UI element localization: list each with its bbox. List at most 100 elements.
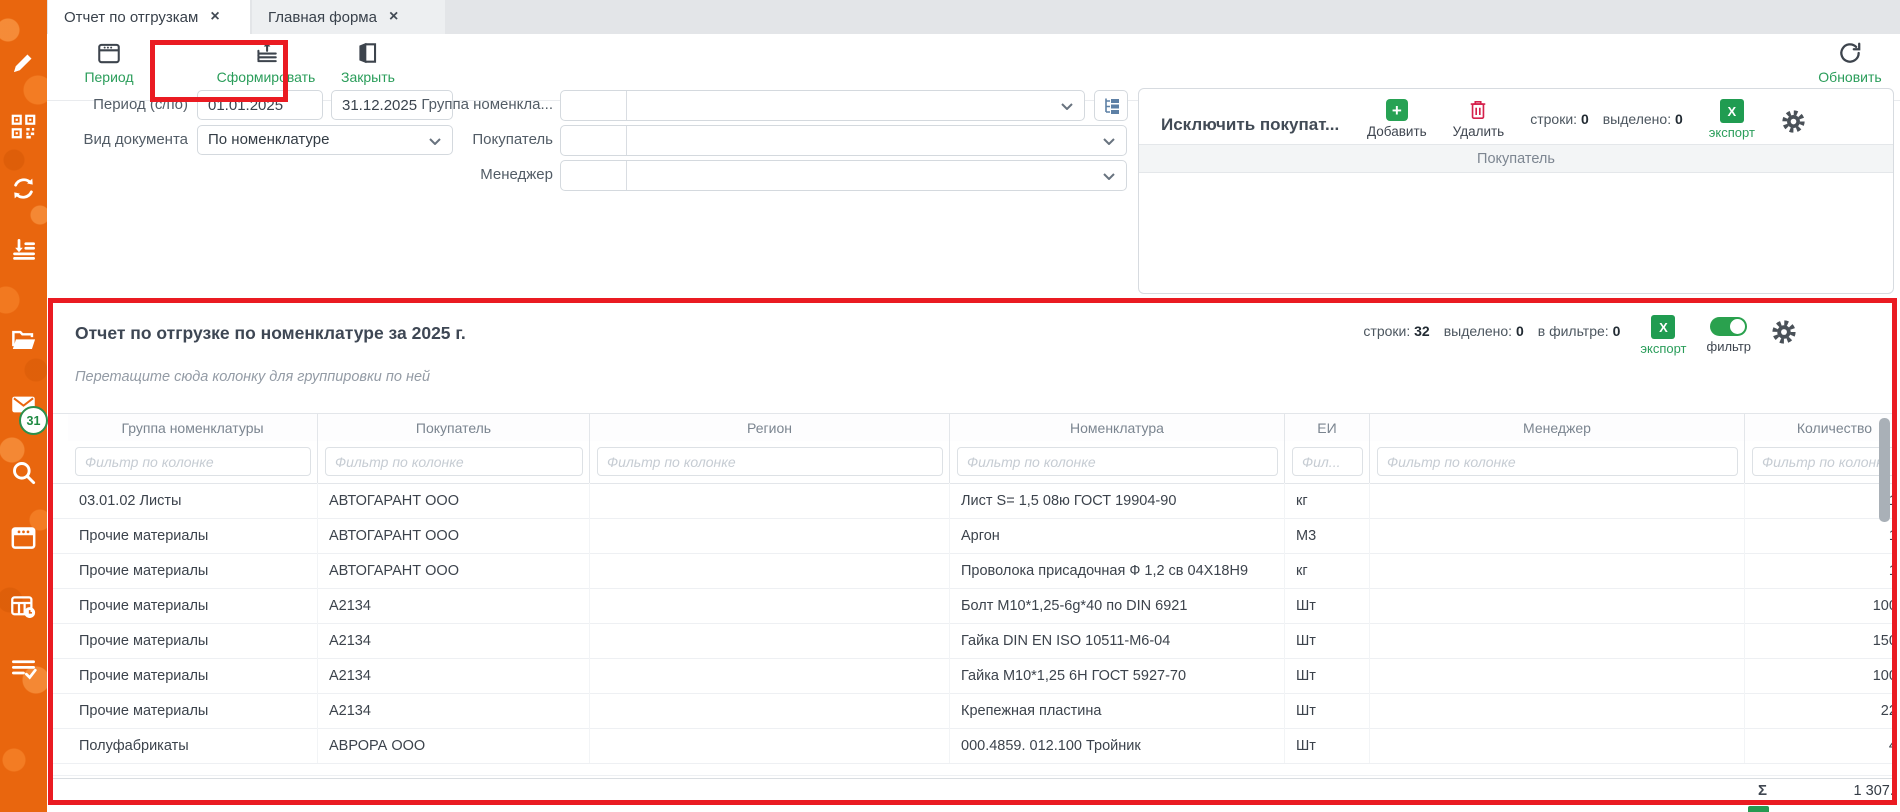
export-button[interactable]: X экспорт [1640, 315, 1686, 356]
tab-main-form[interactable]: Главная форма × [252, 0, 445, 34]
cell-nomenclature: Болт М10*1,25-6g*40 по DIN 6921 [950, 588, 1285, 623]
column-header-nomenclature[interactable]: Номенклатура [950, 414, 1285, 441]
toggle-on-icon [1710, 317, 1747, 336]
filter-cell [1285, 440, 1370, 483]
cell-qty: 1.0 [1745, 553, 1892, 588]
qr-code-icon[interactable] [10, 113, 37, 140]
tab-report[interactable]: Отчет по отгрузкам × [48, 0, 250, 34]
table-row[interactable]: 03.01.02 ЛистыАВТОГАРАНТ ОООЛист S= 1,5 … [53, 483, 1892, 519]
refresh-button-label: Обновить [1818, 69, 1881, 85]
pencil-icon[interactable] [10, 49, 37, 76]
chevron-down-icon [1103, 173, 1115, 180]
calendar-icon[interactable] [10, 524, 37, 551]
column-header-unit[interactable]: ЕИ [1285, 414, 1370, 441]
table-row[interactable]: ПолуфабрикатыАВРОРА ООО000.4859. 012.100… [53, 728, 1892, 764]
table-row[interactable]: Прочие материалыА2134Крепежная пластинаШ… [53, 693, 1892, 729]
cell-unit: Шт [1285, 728, 1370, 763]
tab-bar: Отчет по отгрузкам × Главная форма × [47, 0, 1900, 34]
refresh-button[interactable]: Обновить [1807, 40, 1893, 85]
plus-icon: + [1386, 99, 1408, 121]
column-header-buyer[interactable]: Покупатель [318, 414, 590, 441]
close-icon[interactable]: × [210, 9, 219, 25]
report-section: Отчет по отгрузке по номенклатуре за 202… [48, 298, 1897, 805]
group-tree-button[interactable] [1094, 90, 1128, 121]
column-filter-input-manager[interactable] [1377, 447, 1738, 476]
column-filter-input-nomenclature[interactable] [957, 447, 1278, 476]
add-button[interactable]: + Добавить [1367, 99, 1427, 139]
column-header-group[interactable]: Группа номенклатуры [68, 414, 318, 441]
export-button-label: экспорт [1709, 125, 1755, 140]
search-icon[interactable] [10, 459, 37, 486]
close-icon[interactable]: × [389, 9, 398, 25]
filter-toggle-label: фильтр [1707, 339, 1751, 354]
column-header-qty[interactable]: Количество [1745, 414, 1892, 441]
report-counters: строки: 32 выделено: 0 в фильтре: 0 [1363, 323, 1620, 339]
buyer-lookup-field[interactable] [560, 125, 1127, 156]
column-header-manager[interactable]: Менеджер [1370, 414, 1745, 441]
cell-qty: 22.0 [1745, 693, 1892, 728]
cell-nomenclature: 000.4859. 012.100 Тройник [950, 728, 1285, 763]
exclude-panel-column-header[interactable]: Покупатель [1139, 144, 1893, 173]
footer-sum-icon-partial [1748, 806, 1769, 812]
column-header-region[interactable]: Регион [590, 414, 950, 441]
cell-group: Прочие материалы [68, 553, 318, 588]
cell-group: Прочие материалы [68, 693, 318, 728]
lookup-divider [626, 91, 627, 120]
table-row[interactable]: Прочие материалыА2134Болт М10*1,25-6g*40… [53, 588, 1892, 624]
cell-manager [1370, 693, 1745, 728]
excel-icon: X [1651, 315, 1675, 339]
date-from-input[interactable] [197, 90, 323, 120]
doc-type-label: Вид документа [38, 125, 188, 155]
grid-filter-row [53, 440, 1892, 484]
table-row[interactable]: Прочие материалыА2134Гайка М10*1,25 6Н Г… [53, 658, 1892, 694]
table-row[interactable]: Прочие материалыА2134Гайка DIN EN ISO 10… [53, 623, 1892, 659]
folder-open-icon[interactable] [10, 327, 37, 354]
cell-qty: 4.0 [1745, 728, 1892, 763]
report-title: Отчет по отгрузке по номенклатуре за 202… [75, 323, 466, 344]
filter-toggle[interactable]: фильтр [1707, 317, 1751, 354]
cell-group: Прочие материалы [68, 518, 318, 553]
period-button[interactable]: Период [79, 40, 139, 85]
period-range-label: Период (с/по) [38, 90, 188, 120]
cell-region [590, 518, 950, 553]
delete-button[interactable]: Удалить [1453, 99, 1505, 139]
manager-lookup-field[interactable] [560, 160, 1127, 191]
refresh-icon [1837, 40, 1863, 66]
schedule-table-icon[interactable] [10, 594, 37, 621]
group-filter-label: Группа номенкла... [393, 90, 553, 120]
summary-row: Σ1 307.26 [53, 778, 1892, 800]
cell-qty: 100.0 [1745, 588, 1892, 623]
vertical-scrollbar[interactable] [1879, 418, 1890, 522]
generate-button[interactable]: Сформировать [211, 40, 321, 85]
cell-region [590, 658, 950, 693]
table-row[interactable]: Прочие материалыАВТОГАРАНТ ОООПроволока … [53, 553, 1892, 589]
cell-unit: М3 [1285, 518, 1370, 553]
column-filter-input-group[interactable] [75, 447, 311, 476]
cell-group: Прочие материалы [68, 658, 318, 693]
cell-manager [1370, 623, 1745, 658]
cell-qty: 100.0 [1745, 658, 1892, 693]
column-filter-input-unit[interactable] [1292, 447, 1363, 476]
tab-main-form-label: Главная форма [268, 9, 377, 26]
cell-manager [1370, 518, 1745, 553]
column-filter-input-qty[interactable] [1752, 447, 1892, 476]
cell-nomenclature: Гайка DIN EN ISO 10511-М6-04 [950, 623, 1285, 658]
table-row[interactable]: Прочие материалыАВТОГАРАНТ ОООАргонМ31.0 [53, 518, 1892, 554]
summary-total: 1 307.26 [1745, 783, 1892, 799]
generate-icon [253, 40, 279, 66]
column-filter-input-buyer[interactable] [325, 447, 583, 476]
column-filter-input-region[interactable] [597, 447, 943, 476]
settings-button[interactable] [1771, 319, 1797, 350]
cell-buyer: А2134 [318, 693, 590, 728]
print-queue-icon[interactable] [10, 237, 37, 264]
cell-manager [1370, 553, 1745, 588]
grid-header-row: Группа номенклатурыПокупательРегионНомен… [53, 413, 1892, 441]
cell-manager [1370, 658, 1745, 693]
exclude-panel-title: Исключить покупат... [1161, 115, 1339, 135]
export-button[interactable]: X экспорт [1709, 99, 1755, 140]
settings-button[interactable] [1781, 109, 1806, 139]
sync-icon[interactable] [10, 175, 37, 202]
group-lookup-field[interactable] [560, 90, 1085, 121]
close-form-button[interactable]: Закрыть [335, 40, 401, 85]
checklist-icon[interactable] [10, 655, 37, 682]
